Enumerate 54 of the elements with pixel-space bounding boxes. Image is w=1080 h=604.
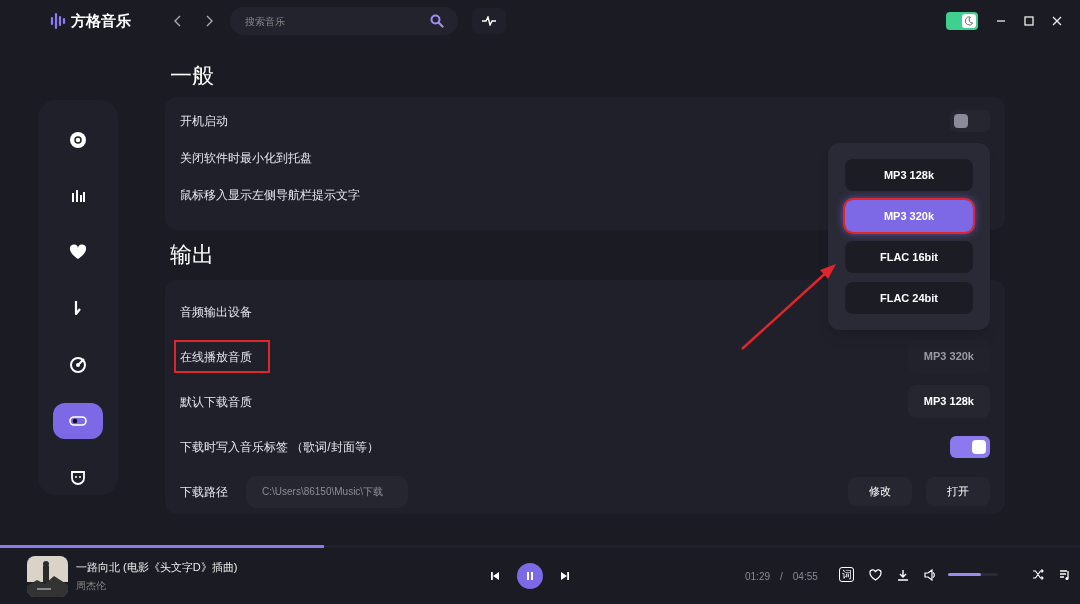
search-field[interactable]: 搜索音乐 — [230, 7, 458, 35]
setting-label: 下载时写入音乐标签 （歌词/封面等） — [180, 438, 379, 456]
volume-slider[interactable] — [948, 573, 998, 576]
nav-item[interactable] — [53, 403, 103, 439]
setting-label: 鼠标移入显示左侧导航栏提示文字 — [180, 186, 360, 204]
path-button[interactable]: 打开 — [926, 477, 990, 506]
pause-icon — [525, 571, 535, 581]
quality-option[interactable]: FLAC 24bit — [845, 282, 973, 314]
setting-label: 在线播放音质 — [180, 348, 252, 366]
quality-option[interactable]: FLAC 16bit — [845, 241, 973, 273]
pause-button[interactable] — [517, 563, 543, 589]
app-name: 方格音乐 — [71, 10, 131, 31]
pulse-icon — [482, 16, 496, 26]
maximize-icon[interactable] — [1024, 16, 1034, 26]
quality-select[interactable]: MP3 128k — [907, 385, 990, 418]
next-icon[interactable] — [560, 571, 570, 581]
pulse-button[interactable] — [472, 8, 506, 34]
lyrics-button[interactable]: 词 — [839, 567, 854, 582]
total-time: 04:55 — [792, 570, 818, 584]
quality-option[interactable]: MP3 320k — [845, 200, 973, 232]
target-icon — [69, 355, 87, 374]
setting-label: 关闭软件时最小化到托盘 — [180, 149, 312, 167]
back-icon — [174, 15, 182, 27]
time-separator: / — [780, 570, 783, 584]
shuffle-icon[interactable] — [1032, 569, 1044, 580]
heart-icon — [69, 243, 87, 262]
search-icon[interactable] — [430, 14, 444, 28]
toggle-switch[interactable] — [950, 109, 990, 132]
song-artist: 周杰伦 — [76, 578, 107, 593]
moon-icon — [964, 16, 974, 26]
toggle-switch[interactable] — [950, 435, 990, 458]
quality-option[interactable]: MP3 128k — [845, 159, 973, 191]
setting-label: 默认下载音质 — [180, 393, 252, 411]
theme-toggle[interactable] — [946, 12, 978, 30]
section-heading: 一般 — [170, 65, 214, 87]
close-icon[interactable] — [1052, 16, 1062, 26]
download-icon[interactable] — [897, 568, 909, 581]
forward-icon — [205, 15, 213, 27]
path-field[interactable]: C:\Users\86150\Music\下载 — [246, 475, 408, 508]
disc-icon — [69, 130, 87, 149]
playlist-icon[interactable] — [1059, 568, 1071, 581]
volume-icon[interactable] — [924, 568, 936, 581]
setting-label: 音频输出设备 — [180, 303, 252, 321]
setting-label: 下载路径 — [180, 483, 228, 501]
progress-track[interactable] — [0, 545, 1080, 548]
elapsed-time: 01:29 — [745, 570, 771, 584]
section-heading: 输出 — [170, 244, 214, 266]
face-icon — [69, 468, 87, 487]
previous-icon[interactable] — [490, 571, 500, 581]
logo-icon — [50, 12, 66, 30]
setting-label: 开机启动 — [180, 112, 228, 130]
path-button[interactable]: 修改 — [848, 477, 912, 506]
heart-icon[interactable] — [869, 568, 882, 581]
song-title: 一路向北 (电影《头文字D》插曲) — [76, 560, 238, 576]
